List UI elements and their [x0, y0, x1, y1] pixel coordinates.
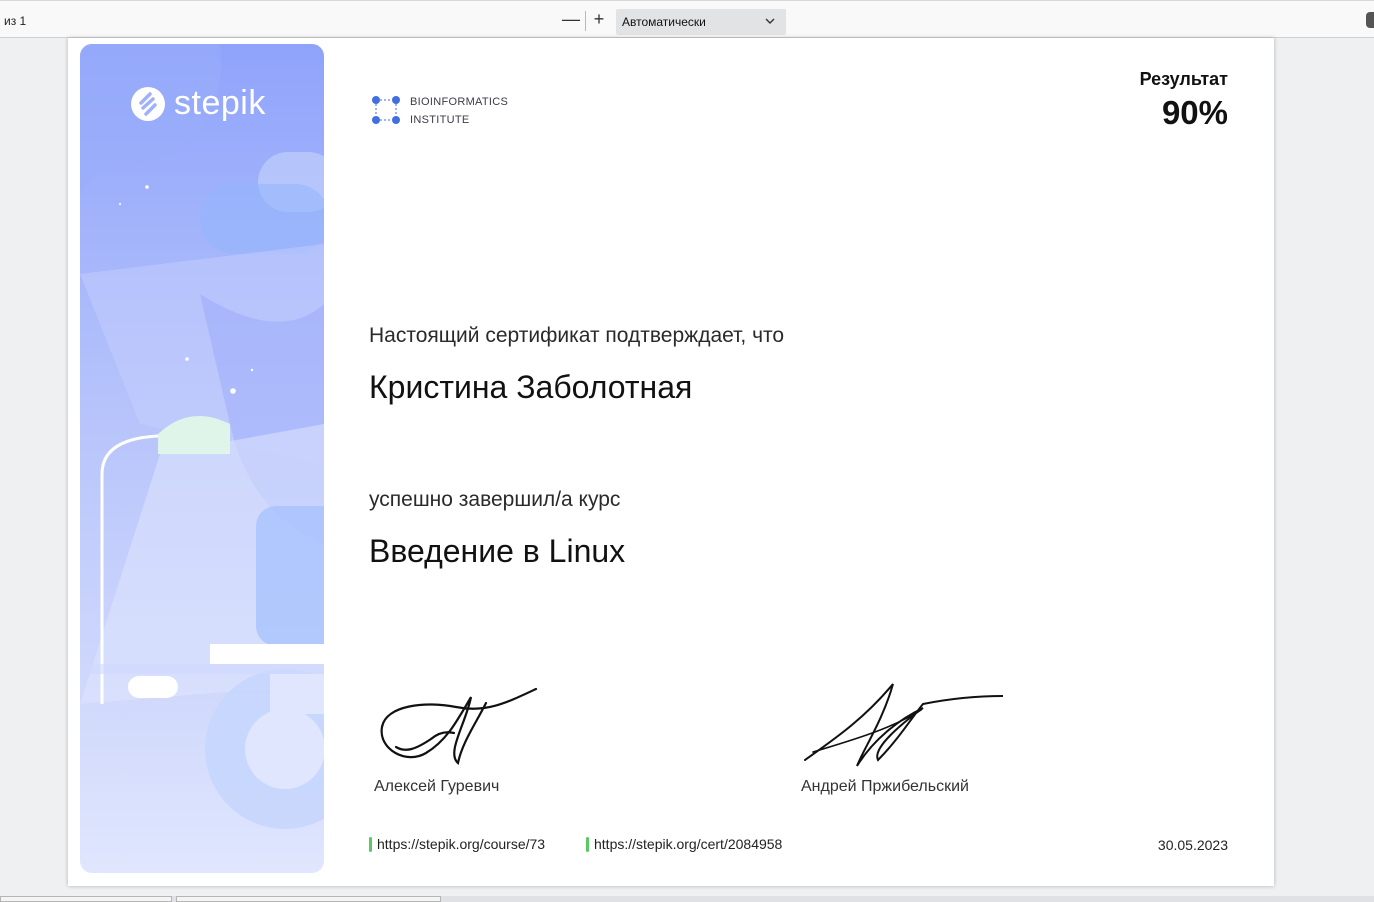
zoom-select[interactable]: Автоматически — [616, 9, 786, 35]
link-marker — [369, 836, 372, 852]
zoom-in-icon: + — [593, 9, 605, 29]
decorative-panel: stepik — [80, 44, 324, 873]
certificate-link[interactable]: https://stepik.org/cert/2084958 — [586, 836, 782, 852]
bottom-scroll-strip — [0, 896, 1374, 902]
zoom-in-button[interactable]: + — [589, 9, 609, 31]
bioinformatics-logo-icon — [372, 96, 400, 124]
course-link[interactable]: https://stepik.org/course/73 — [369, 836, 545, 852]
pdf-toolbar: из 1 — + Автоматически — [0, 0, 1374, 38]
zoom-out-icon: — — [562, 9, 580, 29]
stepik-logo: stepik — [130, 84, 266, 123]
course-title: Введение в Linux — [369, 533, 626, 569]
confirmation-text: Настоящий сертификат подтверждает, что — [369, 324, 785, 347]
bioinformatics-institute-logo: BIOINFORMATICS INSTITUTE — [370, 94, 508, 133]
certificate-link-text: https://stepik.org/cert/2084958 — [594, 836, 783, 852]
panel-illustration — [80, 44, 324, 873]
partner-name-line1: BIOINFORMATICS — [410, 96, 509, 108]
stepik-wordmark: stepik — [174, 84, 266, 122]
link-marker — [586, 836, 589, 852]
page-count-label: из 1 — [4, 14, 27, 28]
toolbar-divider — [585, 11, 586, 31]
signature-przhibelsky — [804, 683, 1003, 767]
scrollbar-segment[interactable] — [176, 896, 441, 902]
result-label: Результат — [1139, 69, 1228, 89]
signer-name: Алексей Гуревич — [374, 778, 500, 795]
recipient-name: Кристина Заболотная — [369, 369, 693, 405]
signer-name: Андрей Пржибельский — [801, 778, 969, 795]
signature-gurevich — [380, 687, 538, 766]
stepik-logo-icon — [131, 86, 165, 121]
result-value: 90% — [1161, 94, 1228, 131]
certificate-page: stepik BIOINFORMATICS INSTITUTE Результа… — [68, 38, 1274, 886]
scrollbar-segment[interactable] — [0, 896, 172, 902]
issue-date: 30.05.2023 — [1157, 837, 1228, 853]
zoom-out-button[interactable]: — — [561, 9, 581, 31]
completed-text: успешно завершил/а курс — [369, 488, 621, 511]
zoom-select-value: Автоматически — [622, 15, 706, 29]
partner-name-line2: INSTITUTE — [410, 114, 470, 126]
sidebar-toggle-icon[interactable] — [1366, 12, 1374, 28]
course-link-text: https://stepik.org/course/73 — [377, 836, 546, 852]
chevron-down-icon — [765, 18, 775, 24]
